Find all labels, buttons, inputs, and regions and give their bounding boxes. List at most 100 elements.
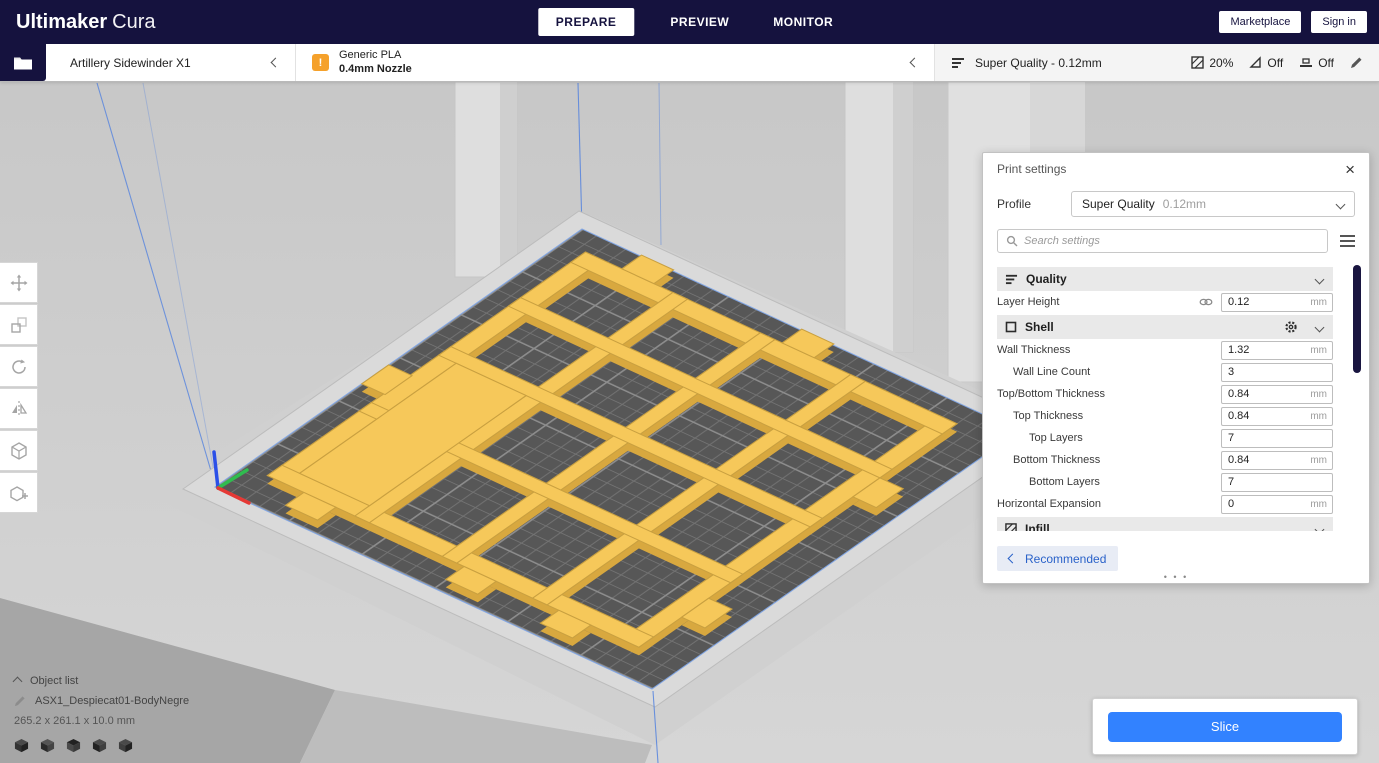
rotate-tool-button[interactable] [0,346,38,387]
chevron-left-icon [909,57,920,68]
application-header: Ultimaker Cura PREPARE PREVIEW MONITOR Ma… [0,0,1379,44]
view-left-button[interactable] [92,738,107,753]
profile-hint: 0.12mm [1162,197,1207,211]
setting-row-wall-line-count: Wall Line Count [997,361,1333,383]
profile-value: Super Quality [1082,197,1155,211]
setting-row-bottom-layers: Bottom Layers [997,471,1333,493]
category-quality[interactable]: Quality [997,267,1333,291]
gear-icon[interactable] [1284,320,1298,334]
recommended-mode-button[interactable]: Recommended [997,546,1119,571]
chevron-down-icon [1314,274,1325,284]
move-icon [9,273,29,293]
material-name: Generic PLA [339,48,402,61]
category-label: Shell [1025,320,1054,334]
category-label: Quality [1026,272,1067,286]
horizontal-expansion-input[interactable]: mm [1221,494,1333,514]
tab-preview[interactable]: PREVIEW [648,8,751,36]
top-layers-input[interactable] [1221,428,1333,448]
setting-row-top-layers: Top Layers [997,427,1333,449]
adhesion-icon [1299,56,1313,69]
setting-row-wall-thickness: Wall Thickness mm [997,339,1333,361]
layer-height-input[interactable]: mm [1221,292,1333,312]
support-icon [1249,56,1262,69]
search-box [997,229,1328,253]
view-front-button[interactable] [40,738,55,753]
chevron-up-icon [12,676,23,686]
setting-row-top-thickness: Top Thickness mm [997,405,1333,427]
configuration-bar: Artillery Sidewinder X1 ! Generic PLA 0.… [0,44,1379,82]
printer-name: Artillery Sidewinder X1 [70,55,191,70]
support-blocker-button[interactable] [0,472,38,513]
move-tool-button[interactable] [0,262,38,303]
tool-rail [0,262,38,513]
object-list-item[interactable]: ASX1_Despiecat01-BodyNegre [14,695,189,707]
setting-row-bottom-thickness: Bottom Thickness mm [997,449,1333,471]
object-list: Object list ASX1_Despiecat01-BodyNegre 2… [12,675,189,753]
profile-summary: Super Quality - 0.12mm [975,55,1102,70]
support-blocker-icon [9,483,29,503]
per-model-settings-button[interactable] [0,430,38,471]
settings-menu-icon[interactable] [1340,235,1355,247]
object-list-toggle[interactable]: Object list [12,675,189,687]
tab-prepare[interactable]: PREPARE [537,8,635,36]
infill-summary: 20% [1191,56,1233,70]
wall-line-count-input[interactable] [1221,362,1333,382]
chevron-left-icon [270,57,281,68]
search-input[interactable] [1024,235,1319,247]
material-selector[interactable]: ! Generic PLA 0.4mm Nozzle [296,44,935,81]
print-setup-summary[interactable]: Super Quality - 0.12mm 20% Off Off [935,44,1379,81]
signin-button[interactable]: Sign in [1311,11,1367,33]
setting-row-layer-height: Layer Height mm [997,291,1333,313]
scale-tool-button[interactable] [0,304,38,345]
mirror-tool-button[interactable] [0,388,38,429]
tab-monitor[interactable]: MONITOR [751,8,855,36]
brand-logo: Ultimaker Cura [16,11,156,34]
settings-list: Quality Layer Height mm Shell Wall [997,265,1333,531]
top-thickness-input[interactable]: mm [1221,406,1333,426]
view-right-button[interactable] [118,738,133,753]
panel-resize-handle[interactable]: • • • [1164,572,1188,582]
profile-row: Profile Super Quality 0.12mm [983,185,1369,221]
setting-row-horizontal-expansion: Horizontal Expansion mm [997,493,1333,515]
header-actions: Marketplace Sign in [1219,11,1367,33]
chevron-left-icon [1007,553,1018,564]
open-file-button[interactable] [0,44,46,81]
profile-dropdown[interactable]: Super Quality 0.12mm [1071,191,1355,217]
profile-label: Profile [997,197,1032,211]
per-model-settings-icon [9,441,29,461]
wall-thickness-input[interactable]: mm [1221,340,1333,360]
bottom-thickness-input[interactable]: mm [1221,450,1333,470]
stage-tabs: PREPARE PREVIEW MONITOR [524,0,855,44]
panel-title: Print settings [997,162,1067,176]
infill-icon [1191,56,1205,69]
search-row [983,221,1369,257]
model-dimensions: 265.2 x 261.1 x 10.0 mm [14,715,136,727]
infill-icon [1005,523,1017,531]
edit-setup-button[interactable] [1350,56,1363,69]
link-icon[interactable] [1199,297,1213,307]
slice-button[interactable]: Slice [1108,711,1342,742]
printer-selector[interactable]: Artillery Sidewinder X1 [46,44,296,81]
view-top-button[interactable] [66,738,81,753]
category-infill[interactable]: Infill [997,517,1333,531]
category-label: Infill [1025,522,1050,531]
print-settings-header: Print settings × [983,153,1369,185]
brand-bold: Ultimaker [16,10,108,33]
search-icon [1006,235,1018,247]
chevron-down-icon [1335,199,1346,209]
category-shell[interactable]: Shell [997,315,1333,339]
slice-panel: Slice [1092,698,1358,755]
adhesion-summary: Off [1299,56,1334,70]
view-3d-button[interactable] [14,738,29,753]
pencil-icon [14,695,26,707]
setting-row-top-bottom-thickness: Top/Bottom Thickness mm [997,383,1333,405]
marketplace-button[interactable]: Marketplace [1219,11,1302,33]
chevron-down-icon [1314,322,1325,332]
bottom-layers-input[interactable] [1221,472,1333,492]
mirror-icon [9,399,29,419]
brand-light: Cura [112,10,156,33]
settings-scrollbar[interactable] [1353,265,1361,373]
top-bottom-thickness-input[interactable]: mm [1221,384,1333,404]
close-icon[interactable]: × [1345,161,1355,178]
rotate-icon [9,357,29,377]
